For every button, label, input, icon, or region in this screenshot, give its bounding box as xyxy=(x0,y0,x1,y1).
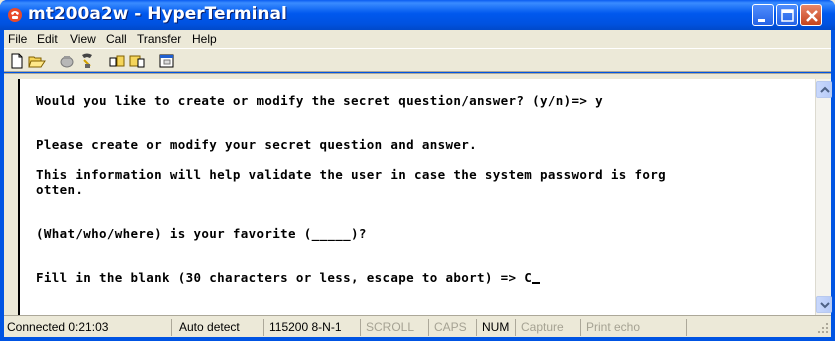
scroll-up-button[interactable] xyxy=(816,81,832,98)
terminal-prompt-line: Fill in the blank (30 characters or less… xyxy=(36,270,541,285)
receive-icon[interactable] xyxy=(128,52,146,70)
toolbar xyxy=(4,48,831,72)
maximize-button[interactable] xyxy=(776,4,798,26)
terminal-line: Please create or modify your secret ques… xyxy=(36,137,478,152)
connect-icon[interactable] xyxy=(58,52,76,70)
menu-help[interactable]: Help xyxy=(192,32,217,46)
status-num: NUM xyxy=(479,319,516,336)
title-bar[interactable]: mt200a2w - HyperTerminal xyxy=(0,0,835,30)
properties-icon[interactable] xyxy=(158,52,176,70)
menu-edit[interactable]: Edit xyxy=(37,32,58,46)
status-capture: Capture xyxy=(518,319,581,336)
new-icon[interactable] xyxy=(8,52,26,70)
terminal-line: This information will help validate the … xyxy=(36,167,667,182)
open-icon[interactable] xyxy=(28,52,46,70)
status-caps: CAPS xyxy=(431,319,477,336)
maximize-icon xyxy=(781,9,794,22)
terminal-line: Would you like to create or modify the s… xyxy=(36,93,604,108)
chevron-down-icon xyxy=(820,302,830,309)
menu-file[interactable]: File xyxy=(8,32,27,46)
vertical-scrollbar[interactable] xyxy=(815,79,832,315)
minimize-button[interactable] xyxy=(752,4,774,26)
menu-bar: File Edit View Call Transfer Help xyxy=(4,30,831,48)
terminal-prompt-text: Fill in the blank (30 characters or less… xyxy=(36,270,533,285)
hyperterminal-window: mt200a2w - HyperTerminal File Edit View … xyxy=(0,0,835,341)
disconnect-icon[interactable] xyxy=(78,52,96,70)
chevron-up-icon xyxy=(820,86,830,93)
menu-view[interactable]: View xyxy=(70,32,96,46)
status-bar: Connected 0:21:03 Auto detect 115200 8-N… xyxy=(4,315,831,337)
minimize-icon xyxy=(758,19,765,22)
menu-transfer[interactable]: Transfer xyxy=(137,32,181,46)
status-connected: Connected 0:21:03 xyxy=(4,319,172,336)
terminal-line: otten. xyxy=(36,182,84,197)
terminal-screen[interactable]: Would you like to create or modify the s… xyxy=(18,79,815,315)
status-print-echo: Print echo xyxy=(583,319,687,336)
status-detect: Auto detect xyxy=(176,319,264,336)
status-scroll: SCROLL xyxy=(363,319,429,336)
menu-call[interactable]: Call xyxy=(106,32,127,46)
close-button[interactable] xyxy=(800,4,822,26)
resize-grip-icon[interactable] xyxy=(816,321,829,334)
terminal-line: (What/who/where) is your favorite (_____… xyxy=(36,226,367,241)
send-icon[interactable] xyxy=(108,52,126,70)
close-icon xyxy=(806,10,818,22)
window-title: mt200a2w - HyperTerminal xyxy=(28,4,287,24)
window-bottom-border xyxy=(0,337,835,341)
text-cursor xyxy=(532,282,541,284)
hyperterminal-phone-icon xyxy=(8,8,22,22)
status-port-settings: 115200 8-N-1 xyxy=(266,319,361,336)
scroll-down-button[interactable] xyxy=(816,296,832,313)
